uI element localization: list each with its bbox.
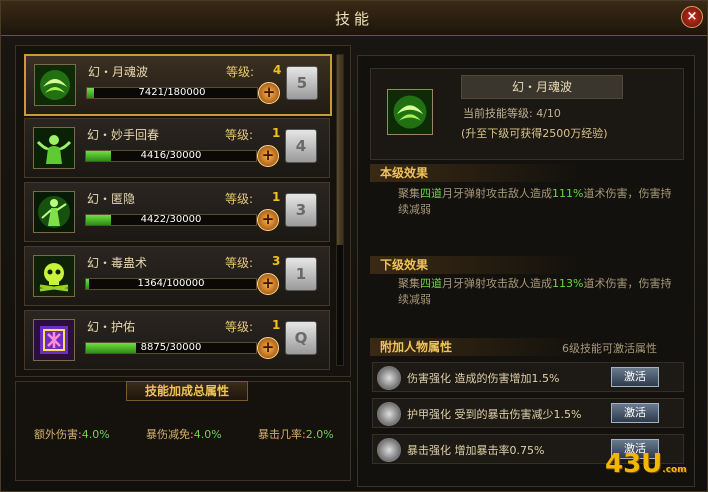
attr-icon xyxy=(377,402,401,426)
next-level-title: 下级效果 xyxy=(370,256,580,274)
hotkey-slot[interactable]: Q xyxy=(285,321,317,355)
level-value: 1 xyxy=(272,126,281,140)
skill-name: 幻・护佑 xyxy=(87,320,136,334)
level-label: 等级: xyxy=(225,256,254,270)
attr-text: 暴击强化 增加暴击率0.75% xyxy=(407,444,545,457)
level-label: 等级: xyxy=(225,192,254,206)
attr-icon xyxy=(377,366,401,390)
exp-text: 4416/30000 xyxy=(140,150,202,161)
hotkey-slot[interactable]: 4 xyxy=(285,129,317,163)
stat-value: 2.0% xyxy=(305,428,334,441)
stat-label: 暴伤减免: xyxy=(146,428,194,441)
upgrade-button[interactable]: + xyxy=(257,145,279,167)
skill-window: 技能 × 幻・月魂波 等级: 4 7421/180000 + 5 幻・妙手回春 … xyxy=(0,0,708,492)
exp-text: 4422/30000 xyxy=(140,214,202,225)
site-logo: 43U.com xyxy=(605,449,687,479)
skill-name: 幻・月魂波 xyxy=(88,65,149,79)
attr-row: 护甲强化 受到的暴击伤害减少1.5% 激活 xyxy=(372,398,684,428)
stat-crit-reduction: 暴伤减免:4.0% xyxy=(146,426,222,442)
exp-text: 1364/100000 xyxy=(137,278,205,289)
exp-bar: 7421/180000 xyxy=(86,87,258,99)
this-level-desc: 聚集四道月牙弹射攻击敌人造成111%道术伤害，伤害持续减弱 xyxy=(398,187,672,216)
stat-value: 4.0% xyxy=(193,428,222,441)
exp-bar: 4422/30000 xyxy=(85,214,257,226)
current-level: 当前技能等级: 4/10 xyxy=(463,107,561,120)
protect-rune-icon xyxy=(33,319,75,361)
title-bar: 技能 × xyxy=(1,1,707,36)
upgrade-hint: (升至下级可获得2500万经验) xyxy=(461,127,608,140)
scrollbar-thumb[interactable] xyxy=(337,55,343,245)
attr-title: 附加人物属性 xyxy=(370,338,580,356)
bonus-summary: 技能加成总属性 额外伤害:4.0% 暴伤减免:4.0% 暴击几率:2.0% xyxy=(15,381,351,481)
exp-text: 7421/180000 xyxy=(138,87,206,98)
stat-value: 4.0% xyxy=(81,428,110,441)
skill-row[interactable]: 幻・匿隐 等级: 1 4422/30000 + 3 xyxy=(24,182,330,242)
upgrade-button[interactable]: + xyxy=(257,209,279,231)
attr-text: 护甲强化 受到的暴击伤害减少1.5% xyxy=(407,408,582,421)
skill-row[interactable]: 幻・妙手回春 等级: 1 4416/30000 + 4 xyxy=(24,118,330,178)
activate-button[interactable]: 激活 xyxy=(611,367,659,387)
healing-figure-icon xyxy=(33,127,75,169)
stat-label: 暴击几率: xyxy=(258,428,306,441)
skill-name: 幻・匿隐 xyxy=(87,192,136,206)
level-label: 等级: xyxy=(225,128,254,142)
activate-button[interactable]: 激活 xyxy=(611,403,659,423)
exp-bar: 8875/30000 xyxy=(85,342,257,354)
level-value: 1 xyxy=(272,318,281,332)
skill-row[interactable]: 幻・护佑 等级: 1 8875/30000 + Q xyxy=(24,310,330,370)
skill-row[interactable]: 幻・毒蛊术 等级: 3 1364/100000 + 1 xyxy=(24,246,330,306)
attr-icon xyxy=(377,438,401,462)
crescent-wave-icon xyxy=(387,89,433,135)
level-value: 1 xyxy=(272,190,281,204)
attr-note: 6级技能可激活属性 xyxy=(562,342,657,355)
skill-detail: 幻・月魂波 当前技能等级: 4/10 (升至下级可获得2500万经验) 本级效果… xyxy=(357,55,695,487)
upgrade-button[interactable]: + xyxy=(258,82,280,104)
skill-row[interactable]: 幻・月魂波 等级: 4 7421/180000 + 5 xyxy=(24,54,332,116)
hotkey-slot[interactable]: 1 xyxy=(285,257,317,291)
attr-row: 伤害强化 造成的伤害增加1.5% 激活 xyxy=(372,362,684,392)
stat-crit-chance: 暴击几率:2.0% xyxy=(258,426,334,442)
exp-text: 8875/30000 xyxy=(140,342,202,353)
level-value: 4 xyxy=(273,63,282,77)
exp-bar: 4416/30000 xyxy=(85,150,257,162)
upgrade-button[interactable]: + xyxy=(257,273,279,295)
skill-list: 幻・月魂波 等级: 4 7421/180000 + 5 幻・妙手回春 等级: 1… xyxy=(15,45,351,377)
hotkey-slot[interactable]: 5 xyxy=(286,66,318,100)
crescent-wave-icon xyxy=(34,64,76,106)
this-level-title: 本级效果 xyxy=(370,164,580,182)
level-value: 3 xyxy=(272,254,281,268)
skill-name: 幻・妙手回春 xyxy=(87,128,160,142)
stealth-figure-icon xyxy=(33,191,75,233)
scrollbar[interactable] xyxy=(336,54,344,366)
level-label: 等级: xyxy=(226,65,255,79)
stat-label: 额外伤害: xyxy=(34,428,82,441)
poison-skull-icon xyxy=(33,255,75,297)
hotkey-slot[interactable]: 3 xyxy=(285,193,317,227)
exp-bar: 1364/100000 xyxy=(85,278,257,290)
summary-title: 技能加成总属性 xyxy=(126,381,248,401)
skill-name: 幻・毒蛊术 xyxy=(87,256,148,270)
level-label: 等级: xyxy=(225,320,254,334)
next-level-desc: 聚集四道月牙弹射攻击敌人造成113%道术伤害，伤害持续减弱 xyxy=(398,277,672,306)
upgrade-button[interactable]: + xyxy=(257,337,279,359)
window-title: 技能 xyxy=(334,10,373,28)
stat-extra-damage: 额外伤害:4.0% xyxy=(34,426,110,442)
attr-text: 伤害强化 造成的伤害增加1.5% xyxy=(407,372,560,385)
detail-skill-name: 幻・月魂波 xyxy=(461,75,623,99)
close-button[interactable]: × xyxy=(681,6,703,28)
detail-header: 幻・月魂波 当前技能等级: 4/10 (升至下级可获得2500万经验) xyxy=(370,68,684,160)
